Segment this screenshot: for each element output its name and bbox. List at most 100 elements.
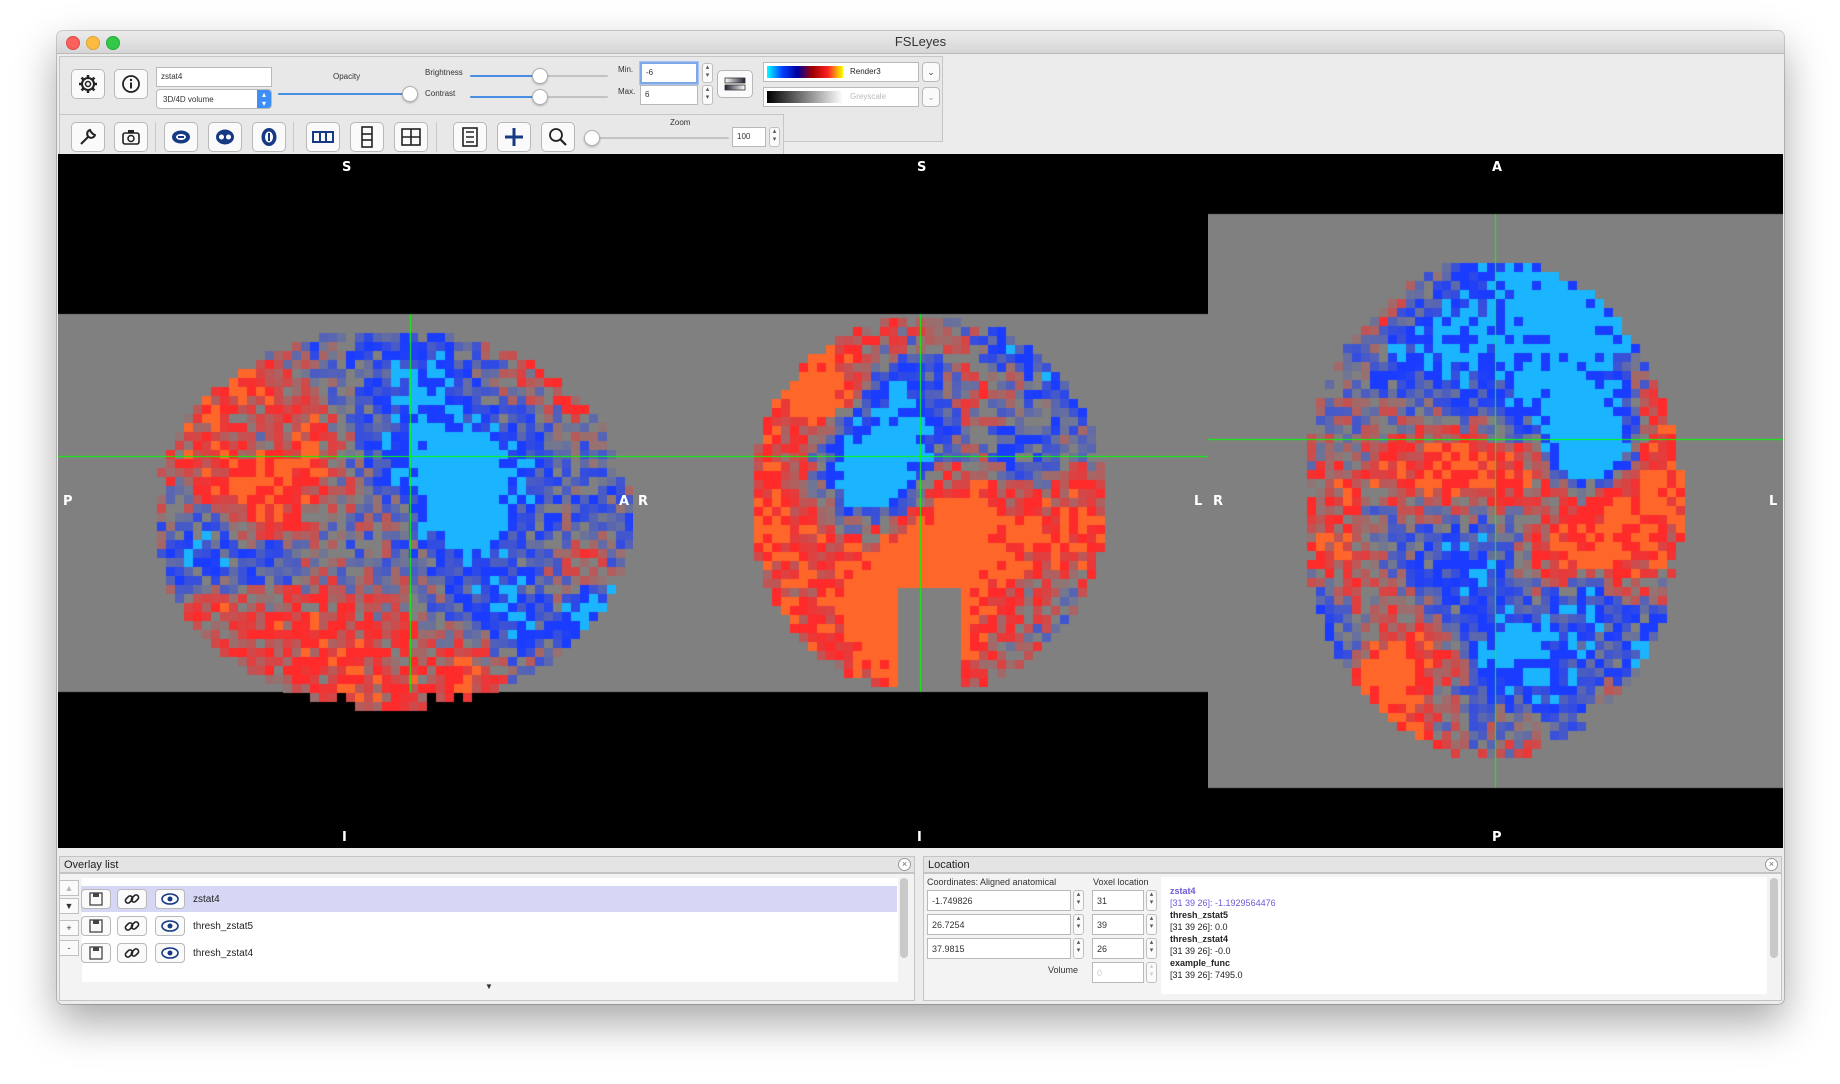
coronal-canvas[interactable] bbox=[633, 154, 1208, 848]
min-stepper[interactable]: ▴ ▾ bbox=[702, 63, 713, 83]
brightness-slider[interactable] bbox=[470, 68, 608, 84]
grid-layout-button[interactable] bbox=[394, 122, 428, 152]
save-overlay-button[interactable] bbox=[81, 889, 111, 909]
overlay-row-thresh-zstat4[interactable]: thresh_zstat4 bbox=[81, 940, 897, 966]
volume-label: Volume bbox=[1048, 965, 1079, 975]
contrast-slider-knob[interactable] bbox=[532, 89, 548, 105]
coord-z-stepper[interactable]: ▴ ▾ bbox=[1073, 938, 1084, 959]
location-scrollbar[interactable] bbox=[1770, 878, 1778, 958]
zoom-slider[interactable] bbox=[584, 130, 729, 146]
voxel-x-field[interactable]: 31 bbox=[1092, 890, 1144, 911]
volume-field[interactable]: 0 bbox=[1092, 962, 1144, 983]
eye-icon bbox=[161, 947, 179, 959]
toolbar-separator bbox=[293, 122, 294, 152]
overlay-type-value: 3D/4D volume bbox=[163, 95, 214, 104]
volume-stepper[interactable]: ▴ ▾ bbox=[1146, 962, 1157, 983]
link-overlay-button[interactable] bbox=[117, 889, 147, 909]
sagittal-icon bbox=[172, 130, 190, 144]
movie-mode-button[interactable] bbox=[453, 122, 487, 152]
min-value-field[interactable]: -6 bbox=[640, 62, 698, 84]
contrast-slider[interactable] bbox=[470, 89, 608, 105]
colormap2-name: Greyscale bbox=[850, 92, 887, 101]
axial-canvas[interactable] bbox=[1208, 154, 1783, 848]
toggle-axial-button[interactable] bbox=[252, 122, 286, 152]
colormap1-select[interactable]: Render3 bbox=[763, 62, 919, 82]
coord-x-stepper[interactable]: ▴ ▾ bbox=[1073, 890, 1084, 911]
brightness-slider-knob[interactable] bbox=[532, 68, 548, 84]
zoom-stepper[interactable]: ▴ ▾ bbox=[769, 127, 780, 147]
overlay-name: thresh_zstat5 bbox=[193, 921, 254, 932]
move-down-button[interactable]: ▼ bbox=[59, 898, 79, 914]
minimize-window-button[interactable] bbox=[86, 36, 100, 50]
grid-layout-icon bbox=[401, 128, 421, 146]
overlay-name-field[interactable]: zstat4 bbox=[156, 67, 272, 87]
eye-icon bbox=[161, 920, 179, 932]
reset-zoom-button[interactable] bbox=[541, 122, 575, 152]
scroll-down-icon[interactable]: ▼ bbox=[485, 982, 493, 991]
horizontal-layout-button[interactable] bbox=[306, 122, 340, 152]
coord-y-field[interactable]: 26.7254 bbox=[927, 914, 1071, 935]
fsleyes-window: FSLeyes zstat4 3D/4D volume ▴▾ Opacity bbox=[57, 31, 1784, 1004]
zoom-value-field[interactable]: 100 bbox=[732, 127, 766, 147]
voxel-x-stepper[interactable]: ▴ ▾ bbox=[1146, 890, 1157, 911]
overlay-type-select[interactable]: 3D/4D volume ▴ ▾ bbox=[156, 89, 272, 109]
coronal-right-label: L bbox=[1194, 494, 1203, 509]
zoom-icon bbox=[549, 128, 567, 146]
close-location-button[interactable]: × bbox=[1765, 858, 1778, 871]
visibility-toggle-button[interactable] bbox=[155, 889, 185, 909]
overlay-list-title: Overlay list bbox=[59, 856, 915, 873]
max-stepper[interactable]: ▴ ▾ bbox=[702, 85, 713, 105]
coord-x-field[interactable]: -1.749826 bbox=[927, 890, 1071, 911]
info-value: [31 39 26]: 7495.0 bbox=[1170, 970, 1243, 980]
colormap2-dropdown[interactable]: ⌄ bbox=[922, 87, 940, 107]
overlay-list-scrollbar[interactable] bbox=[900, 878, 908, 958]
wrench-icon bbox=[80, 128, 97, 145]
eye-icon bbox=[161, 893, 179, 905]
opacity-slider[interactable] bbox=[278, 86, 419, 102]
camera-icon bbox=[122, 130, 140, 145]
visibility-toggle-button[interactable] bbox=[155, 916, 185, 936]
toggle-cursor-button[interactable] bbox=[497, 122, 531, 152]
invert-colormap-button[interactable] bbox=[717, 70, 753, 98]
save-overlay-button[interactable] bbox=[81, 943, 111, 963]
opacity-slider-knob[interactable] bbox=[402, 86, 419, 102]
link-icon bbox=[124, 948, 140, 958]
info-name: example_func bbox=[1170, 958, 1231, 968]
overlay-row-thresh-zstat5[interactable]: thresh_zstat5 bbox=[81, 913, 897, 939]
vertical-layout-button[interactable] bbox=[350, 122, 384, 152]
toggle-sagittal-button[interactable] bbox=[164, 122, 198, 152]
colormap1-name: Render3 bbox=[850, 67, 881, 76]
voxel-z-field[interactable]: 26 bbox=[1092, 938, 1144, 959]
sagittal-right-label: A bbox=[619, 494, 630, 509]
coord-y-stepper[interactable]: ▴ ▾ bbox=[1073, 914, 1084, 935]
close-window-button[interactable] bbox=[66, 36, 80, 50]
move-up-button[interactable]: ▲ bbox=[59, 880, 79, 896]
voxel-z-stepper[interactable]: ▴ ▾ bbox=[1146, 938, 1157, 959]
toolbar-separator bbox=[436, 122, 437, 152]
visibility-toggle-button[interactable] bbox=[155, 943, 185, 963]
colormap2-select[interactable]: Greyscale bbox=[763, 87, 919, 107]
add-overlay-button[interactable]: + bbox=[59, 920, 79, 936]
remove-overlay-button[interactable]: - bbox=[59, 940, 79, 956]
voxel-y-field[interactable]: 39 bbox=[1092, 914, 1144, 935]
overlay-row-zstat4[interactable]: zstat4 bbox=[81, 886, 897, 912]
link-overlay-button[interactable] bbox=[117, 943, 147, 963]
overlay-info-button[interactable] bbox=[114, 69, 148, 99]
maximize-window-button[interactable] bbox=[106, 36, 120, 50]
voxel-y-stepper[interactable]: ▴ ▾ bbox=[1146, 914, 1157, 935]
ortho-viewer[interactable]: S I P A S I R L A P R L bbox=[58, 154, 1783, 848]
save-overlay-button[interactable] bbox=[81, 916, 111, 936]
sagittal-canvas[interactable] bbox=[58, 154, 633, 848]
link-overlay-button[interactable] bbox=[117, 916, 147, 936]
screenshot-button[interactable] bbox=[114, 122, 148, 152]
colormap1-dropdown[interactable]: ⌄ bbox=[922, 62, 940, 82]
close-overlay-list-button[interactable]: × bbox=[898, 858, 911, 871]
settings-button[interactable] bbox=[71, 69, 105, 99]
max-value-field[interactable]: 6 bbox=[640, 85, 698, 105]
view-settings-button[interactable] bbox=[71, 122, 105, 152]
info-value: [31 39 26]: -0.0 bbox=[1170, 946, 1231, 956]
toggle-coronal-button[interactable] bbox=[208, 122, 242, 152]
coord-z-field[interactable]: 37.9815 bbox=[927, 938, 1071, 959]
zoom-slider-knob[interactable] bbox=[584, 130, 600, 146]
toolbar-separator bbox=[155, 122, 156, 152]
